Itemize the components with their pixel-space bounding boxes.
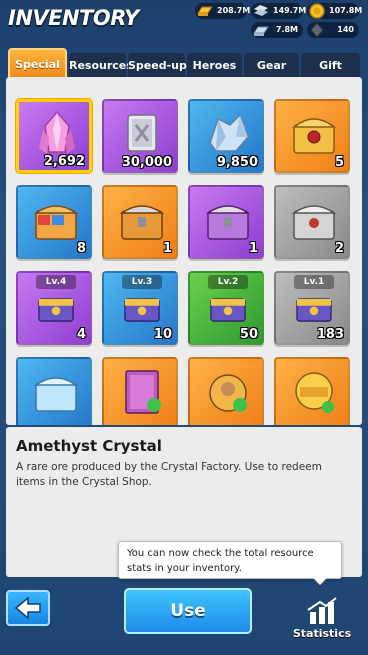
dark-crystal-value: 140 [337,25,354,34]
steel-resource: 149.7M [251,3,307,19]
item-qty: 50 [239,327,258,342]
steel-value: 149.7M [273,6,307,15]
coin-icon [309,3,325,19]
item-lv3-chest[interactable]: Lv.3 10 [102,271,178,345]
item-ice-chest[interactable] [16,357,92,425]
item-amethyst-crystal[interactable]: 2,692 [16,99,92,173]
hero-icon [209,374,247,412]
medal-icon [295,372,334,413]
coin-value: 107.8M [329,6,363,15]
gold-value: 208.7M [217,6,251,15]
coin-resource: 107.8M [307,3,363,19]
item-qty: 4 [76,327,86,342]
tab-gift[interactable]: Gift [301,53,360,78]
item-qty: 9,850 [216,155,258,170]
tab-resources[interactable]: Resources [69,53,133,78]
item-booster-chest[interactable]: 8 [16,185,92,259]
chest-icon [291,205,337,240]
page-title: INVENTORY [8,6,139,30]
tab-speed-up[interactable]: Speed-up [128,53,187,78]
item-skill-medal[interactable] [274,357,350,425]
statistics-label: Statistics [292,627,352,640]
item-qty: 1 [162,241,172,256]
silver-value: 7.8M [275,25,298,34]
item-golden-chest[interactable]: 5 [274,99,350,173]
tab-gear[interactable]: Gear [244,53,299,78]
chest-icon [291,118,337,154]
item-qty: 2,692 [43,154,85,169]
category-tabs: Special Resources Speed-up Heroes Gear G… [8,48,360,78]
item-qty: 8 [76,241,86,256]
item-qty: 183 [316,327,344,342]
item-lv2-chest[interactable]: Lv.2 50 [188,271,264,345]
chest-icon [119,205,165,240]
steel-icon [254,5,268,16]
chest-icon [38,298,74,322]
chest-icon [33,205,79,240]
item-hero-token[interactable] [188,357,264,425]
item-qty: 10 [153,327,172,342]
item-skill-book[interactable] [102,357,178,425]
item-qty: 2 [334,241,344,256]
item-qty: 5 [334,155,344,170]
item-blue-ore[interactable]: 9,850 [188,99,264,173]
item-lv4-chest[interactable]: Lv.4 4 [16,271,92,345]
item-silver-block[interactable]: 30,000 [102,99,178,173]
dark-crystal-icon [310,22,324,38]
book-icon [125,370,161,414]
item-qty: 30,000 [121,155,172,170]
back-button[interactable] [6,590,50,626]
use-button[interactable]: Use [124,588,252,634]
chest-icon [33,377,79,412]
statistics-button[interactable]: Statistics [284,596,360,646]
item-lv1-chest[interactable]: Lv.1 183 [274,271,350,345]
gold-resource: 208.7M [195,3,251,19]
item-qty: 1 [248,241,258,256]
gold-bar-icon [197,6,213,16]
inventory-panel: 2,692 30,000 9,850 5 8 1 1 2 Lv.4 4 Lv.3… [6,77,362,425]
silver-resource: 7.8M [251,22,303,38]
chest-icon [205,205,251,240]
statistics-tooltip: You can now check the total resource sta… [118,541,342,585]
silver-ingot-icon [253,26,269,36]
tab-heroes[interactable]: Heroes [187,53,242,78]
item-purple-chest[interactable]: 1 [188,185,264,259]
item-description: A rare ore produced by the Crystal Facto… [16,461,322,488]
metal-block-icon [127,114,157,152]
dark-crystal-resource: 140 [307,22,359,38]
ore-icon [209,113,249,152]
item-orange-chest[interactable]: 1 [102,185,178,259]
item-grey-chest[interactable]: 2 [274,185,350,259]
back-arrow-icon [14,596,41,620]
item-name: Amethyst Crystal [16,437,162,455]
statistics-icon [307,597,337,624]
tab-special[interactable]: Special [8,48,67,78]
